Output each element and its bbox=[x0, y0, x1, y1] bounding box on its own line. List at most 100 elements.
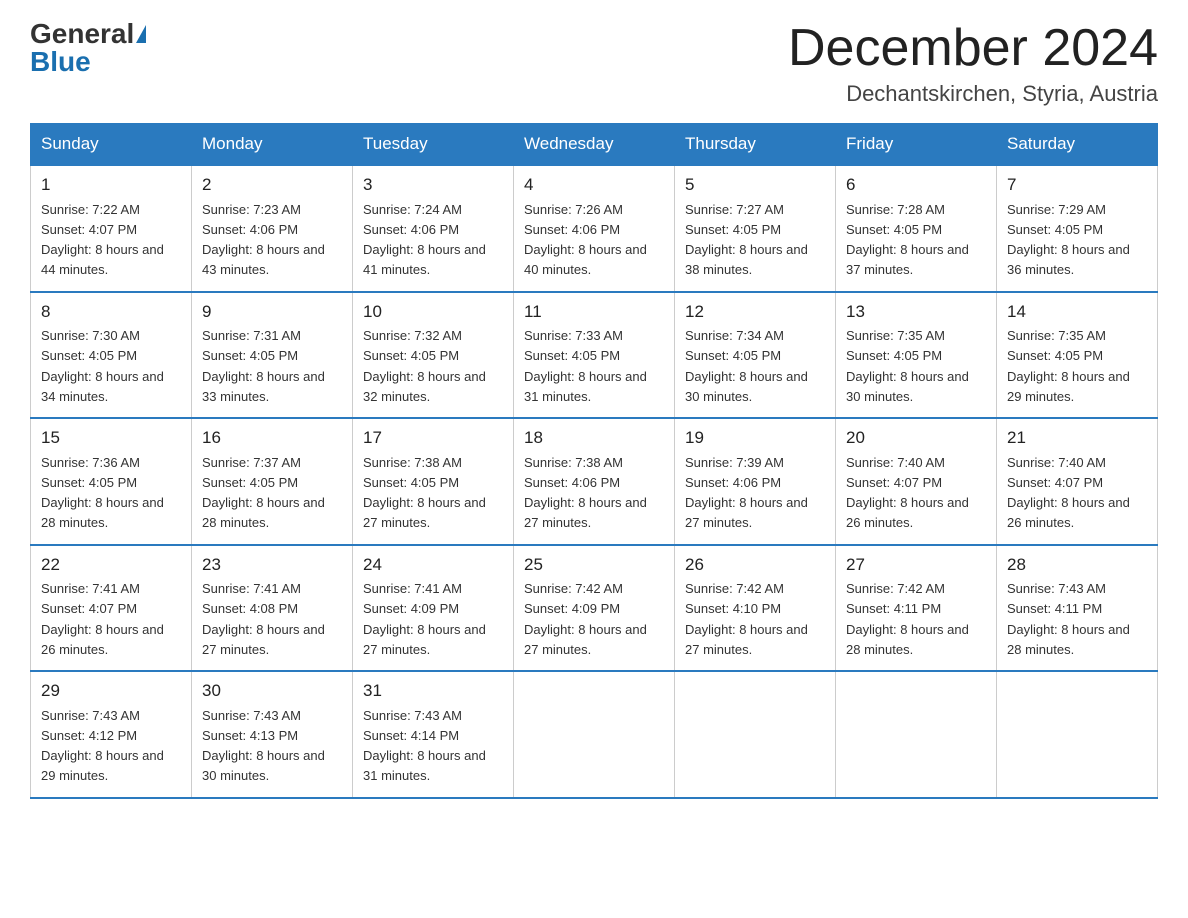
day-info: Sunrise: 7:43 AMSunset: 4:14 PMDaylight:… bbox=[363, 708, 486, 784]
calendar-cell: 13 Sunrise: 7:35 AMSunset: 4:05 PMDayligh… bbox=[836, 292, 997, 419]
calendar-table: SundayMondayTuesdayWednesdayThursdayFrid… bbox=[30, 123, 1158, 799]
calendar-cell: 28Sunrise: 7:43 AMSunset: 4:11 PMDayligh… bbox=[997, 545, 1158, 672]
day-number: 20 bbox=[846, 425, 986, 451]
day-info: Sunrise: 7:36 AMSunset: 4:05 PMDaylight:… bbox=[41, 455, 164, 531]
calendar-cell: 8 Sunrise: 7:30 AMSunset: 4:05 PMDaylight… bbox=[31, 292, 192, 419]
day-number: 9 bbox=[202, 299, 342, 325]
day-number: 24 bbox=[363, 552, 503, 578]
day-info: Sunrise: 7:33 AMSunset: 4:05 PMDaylight:… bbox=[524, 328, 647, 404]
day-info: Sunrise: 7:27 AMSunset: 4:05 PMDaylight:… bbox=[685, 202, 808, 278]
day-number: 22 bbox=[41, 552, 181, 578]
calendar-cell: 24 Sunrise: 7:41 AMSunset: 4:09 PMDayligh… bbox=[353, 545, 514, 672]
day-info: Sunrise: 7:40 AMSunset: 4:07 PMDaylight:… bbox=[846, 455, 969, 531]
weekday-header-sunday: Sunday bbox=[31, 124, 192, 166]
logo-triangle-icon bbox=[136, 25, 146, 43]
day-number: 4 bbox=[524, 172, 664, 198]
calendar-cell: 16 Sunrise: 7:37 AMSunset: 4:05 PMDayligh… bbox=[192, 418, 353, 545]
day-number: 21 bbox=[1007, 425, 1147, 451]
day-info: Sunrise: 7:35 AMSunset: 4:05 PMDaylight:… bbox=[846, 328, 969, 404]
day-info: Sunrise: 7:43 AMSunset: 4:12 PMDaylight:… bbox=[41, 708, 164, 784]
week-row-4: 22Sunrise: 7:41 AMSunset: 4:07 PMDayligh… bbox=[31, 545, 1158, 672]
logo: General Blue bbox=[30, 20, 146, 76]
calendar-cell: 14Sunrise: 7:35 AMSunset: 4:05 PMDayligh… bbox=[997, 292, 1158, 419]
calendar-cell: 30 Sunrise: 7:43 AMSunset: 4:13 PMDayligh… bbox=[192, 671, 353, 798]
day-number: 25 bbox=[524, 552, 664, 578]
day-number: 6 bbox=[846, 172, 986, 198]
day-number: 11 bbox=[524, 299, 664, 325]
calendar-cell: 26 Sunrise: 7:42 AMSunset: 4:10 PMDayligh… bbox=[675, 545, 836, 672]
calendar-cell: 7 Sunrise: 7:29 AMSunset: 4:05 PMDaylight… bbox=[997, 165, 1158, 292]
calendar-cell: 12 Sunrise: 7:34 AMSunset: 4:05 PMDayligh… bbox=[675, 292, 836, 419]
day-number: 18 bbox=[524, 425, 664, 451]
weekday-header-saturday: Saturday bbox=[997, 124, 1158, 166]
day-info: Sunrise: 7:42 AMSunset: 4:09 PMDaylight:… bbox=[524, 581, 647, 657]
day-info: Sunrise: 7:32 AMSunset: 4:05 PMDaylight:… bbox=[363, 328, 486, 404]
day-number: 3 bbox=[363, 172, 503, 198]
calendar-cell: 11 Sunrise: 7:33 AMSunset: 4:05 PMDayligh… bbox=[514, 292, 675, 419]
calendar-cell: 9Sunrise: 7:31 AMSunset: 4:05 PMDaylight… bbox=[192, 292, 353, 419]
day-info: Sunrise: 7:41 AMSunset: 4:08 PMDaylight:… bbox=[202, 581, 325, 657]
calendar-cell: 5 Sunrise: 7:27 AMSunset: 4:05 PMDaylight… bbox=[675, 165, 836, 292]
day-info: Sunrise: 7:28 AMSunset: 4:05 PMDaylight:… bbox=[846, 202, 969, 278]
week-row-1: 1Sunrise: 7:22 AMSunset: 4:07 PMDaylight… bbox=[31, 165, 1158, 292]
weekday-header-wednesday: Wednesday bbox=[514, 124, 675, 166]
day-info: Sunrise: 7:23 AMSunset: 4:06 PMDaylight:… bbox=[202, 202, 325, 278]
logo-blue-text: Blue bbox=[30, 48, 91, 76]
day-info: Sunrise: 7:30 AMSunset: 4:05 PMDaylight:… bbox=[41, 328, 164, 404]
day-number: 19 bbox=[685, 425, 825, 451]
week-row-5: 29 Sunrise: 7:43 AMSunset: 4:12 PMDayligh… bbox=[31, 671, 1158, 798]
page-header: General Blue December 2024 Dechantskirch… bbox=[30, 20, 1158, 107]
week-row-3: 15 Sunrise: 7:36 AMSunset: 4:05 PMDayligh… bbox=[31, 418, 1158, 545]
calendar-cell bbox=[997, 671, 1158, 798]
day-info: Sunrise: 7:38 AMSunset: 4:06 PMDaylight:… bbox=[524, 455, 647, 531]
weekday-header-friday: Friday bbox=[836, 124, 997, 166]
day-info: Sunrise: 7:42 AMSunset: 4:11 PMDaylight:… bbox=[846, 581, 969, 657]
day-info: Sunrise: 7:43 AMSunset: 4:13 PMDaylight:… bbox=[202, 708, 325, 784]
calendar-cell: 1Sunrise: 7:22 AMSunset: 4:07 PMDaylight… bbox=[31, 165, 192, 292]
day-number: 27 bbox=[846, 552, 986, 578]
day-number: 17 bbox=[363, 425, 503, 451]
calendar-cell: 6 Sunrise: 7:28 AMSunset: 4:05 PMDaylight… bbox=[836, 165, 997, 292]
calendar-cell: 27 Sunrise: 7:42 AMSunset: 4:11 PMDayligh… bbox=[836, 545, 997, 672]
day-info: Sunrise: 7:42 AMSunset: 4:10 PMDaylight:… bbox=[685, 581, 808, 657]
day-info: Sunrise: 7:38 AMSunset: 4:05 PMDaylight:… bbox=[363, 455, 486, 531]
day-number: 26 bbox=[685, 552, 825, 578]
title-section: December 2024 Dechantskirchen, Styria, A… bbox=[788, 20, 1158, 107]
logo-general-text: General bbox=[30, 20, 134, 48]
day-number: 23 bbox=[202, 552, 342, 578]
day-number: 13 bbox=[846, 299, 986, 325]
weekday-header-monday: Monday bbox=[192, 124, 353, 166]
day-number: 5 bbox=[685, 172, 825, 198]
calendar-cell: 15 Sunrise: 7:36 AMSunset: 4:05 PMDayligh… bbox=[31, 418, 192, 545]
day-number: 16 bbox=[202, 425, 342, 451]
calendar-cell bbox=[836, 671, 997, 798]
calendar-cell: 3 Sunrise: 7:24 AMSunset: 4:06 PMDaylight… bbox=[353, 165, 514, 292]
day-number: 2 bbox=[202, 172, 342, 198]
calendar-cell: 18 Sunrise: 7:38 AMSunset: 4:06 PMDayligh… bbox=[514, 418, 675, 545]
calendar-cell: 25 Sunrise: 7:42 AMSunset: 4:09 PMDayligh… bbox=[514, 545, 675, 672]
day-info: Sunrise: 7:34 AMSunset: 4:05 PMDaylight:… bbox=[685, 328, 808, 404]
month-title: December 2024 bbox=[788, 20, 1158, 77]
day-info: Sunrise: 7:26 AMSunset: 4:06 PMDaylight:… bbox=[524, 202, 647, 278]
day-info: Sunrise: 7:41 AMSunset: 4:09 PMDaylight:… bbox=[363, 581, 486, 657]
day-number: 8 bbox=[41, 299, 181, 325]
day-number: 12 bbox=[685, 299, 825, 325]
day-number: 10 bbox=[363, 299, 503, 325]
calendar-cell: 31Sunrise: 7:43 AMSunset: 4:14 PMDayligh… bbox=[353, 671, 514, 798]
day-info: Sunrise: 7:29 AMSunset: 4:05 PMDaylight:… bbox=[1007, 202, 1130, 278]
day-number: 30 bbox=[202, 678, 342, 704]
day-number: 15 bbox=[41, 425, 181, 451]
weekday-header-row: SundayMondayTuesdayWednesdayThursdayFrid… bbox=[31, 124, 1158, 166]
day-info: Sunrise: 7:24 AMSunset: 4:06 PMDaylight:… bbox=[363, 202, 486, 278]
day-info: Sunrise: 7:37 AMSunset: 4:05 PMDaylight:… bbox=[202, 455, 325, 531]
calendar-cell: 20 Sunrise: 7:40 AMSunset: 4:07 PMDayligh… bbox=[836, 418, 997, 545]
calendar-cell: 21 Sunrise: 7:40 AMSunset: 4:07 PMDayligh… bbox=[997, 418, 1158, 545]
calendar-cell: 10 Sunrise: 7:32 AMSunset: 4:05 PMDayligh… bbox=[353, 292, 514, 419]
day-info: Sunrise: 7:40 AMSunset: 4:07 PMDaylight:… bbox=[1007, 455, 1130, 531]
day-info: Sunrise: 7:35 AMSunset: 4:05 PMDaylight:… bbox=[1007, 328, 1130, 404]
day-number: 29 bbox=[41, 678, 181, 704]
calendar-cell: 23 Sunrise: 7:41 AMSunset: 4:08 PMDayligh… bbox=[192, 545, 353, 672]
day-number: 7 bbox=[1007, 172, 1147, 198]
day-number: 1 bbox=[41, 172, 181, 198]
calendar-cell: 4 Sunrise: 7:26 AMSunset: 4:06 PMDaylight… bbox=[514, 165, 675, 292]
